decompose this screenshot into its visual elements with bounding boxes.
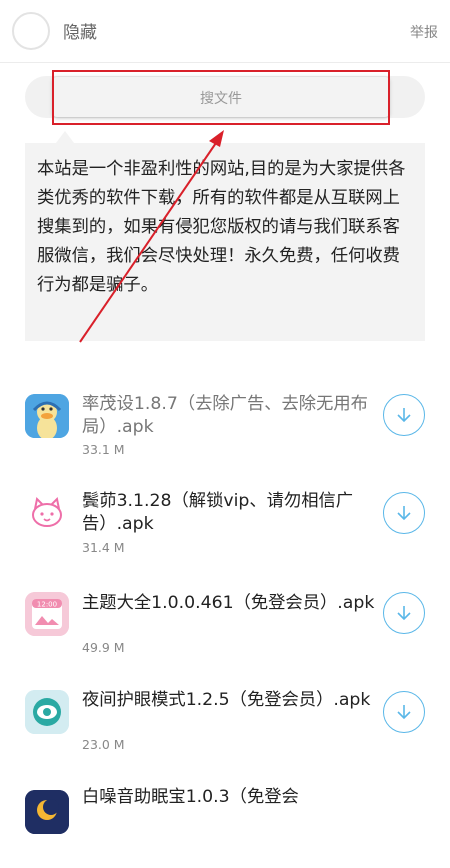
notice-text: 本站是一个非盈利性的网站,目的是为大家提供各类优秀的软件下载，所有的软件都是从互… [25, 143, 425, 341]
notice-pointer [56, 131, 74, 143]
file-name[interactable]: 主题大全1.0.0.461（免登会员）.apk [82, 592, 387, 615]
file-size: 31.4 M [82, 540, 125, 555]
file-size: 33.1 M [82, 442, 125, 457]
file-name[interactable]: 白噪音助眠宝1.0.3（免登会 [82, 786, 387, 809]
svg-text:12:00: 12:00 [37, 601, 57, 609]
duck-app-icon [25, 394, 69, 438]
download-arrow-icon [397, 606, 411, 621]
file-size: 23.0 M [82, 737, 125, 752]
theme-app-icon: 12:00 [25, 592, 69, 636]
top-bar: 隐藏 举报 [0, 0, 450, 63]
download-button[interactable] [383, 592, 425, 634]
annotation-highlight-box [52, 70, 390, 125]
eye-app-icon [25, 690, 69, 734]
list-item[interactable]: 白噪音助眠宝1.0.3（免登会 [0, 772, 450, 868]
list-item[interactable]: 夜间护眼模式1.2.5（免登会员）.apk 23.0 M [0, 675, 450, 771]
download-button[interactable] [383, 691, 425, 733]
list-item[interactable]: 12:00 主题大全1.0.0.461（免登会员）.apk 49.9 M [0, 578, 450, 674]
file-size: 49.9 M [82, 640, 125, 655]
report-button[interactable]: 举报 [410, 22, 438, 42]
list-item[interactable]: 鬓茆3.1.28（解锁vip、请勿相信广告）.apk 31.4 M [0, 476, 450, 572]
page-title: 隐藏 [63, 23, 97, 43]
file-name[interactable]: 鬓茆3.1.28（解锁vip、请勿相信广告）.apk [82, 490, 387, 536]
download-button[interactable] [383, 394, 425, 436]
download-button[interactable] [383, 492, 425, 534]
download-arrow-icon [397, 705, 411, 720]
file-name[interactable]: 率茂设1.8.7（去除广告、去除无用布局）.apk [82, 393, 387, 439]
moon-app-icon [25, 790, 69, 834]
download-arrow-icon [397, 408, 411, 423]
list-item[interactable]: 率茂设1.8.7（去除广告、去除无用布局）.apk 33.1 M [0, 380, 450, 476]
download-arrow-icon [397, 506, 411, 521]
file-name[interactable]: 夜间护眼模式1.2.5（免登会员）.apk [82, 689, 387, 712]
cat-app-icon [25, 491, 69, 535]
avatar[interactable] [12, 12, 50, 50]
